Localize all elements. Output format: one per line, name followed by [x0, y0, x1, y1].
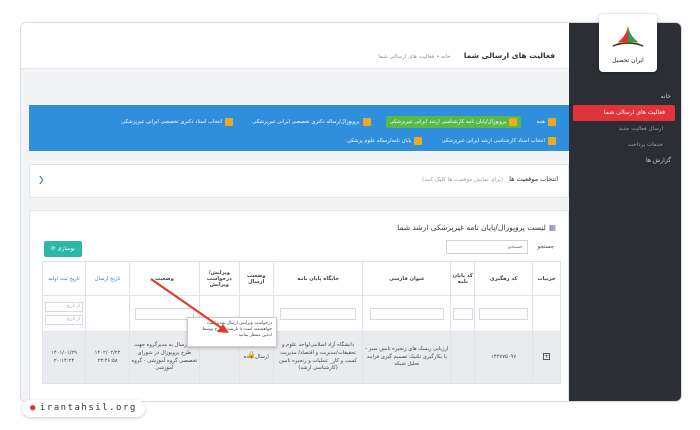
- brand-logo: ایران تحصیل: [599, 14, 657, 72]
- app-window: خانه فعالیت های ارسالی شما ارسال فعالیت …: [20, 22, 682, 402]
- site-url-badge: ● irantahsil.org: [22, 400, 145, 417]
- book-logo-icon: [612, 24, 644, 47]
- screenshot-stage: خانه فعالیت های ارسالی شما ارسال فعالیت …: [0, 0, 700, 430]
- globe-icon: ●: [30, 403, 37, 413]
- site-url: irantahsil.org: [39, 403, 137, 413]
- annotation-arrow: [150, 278, 229, 333]
- logo-text: ایران تحصیل: [612, 57, 644, 64]
